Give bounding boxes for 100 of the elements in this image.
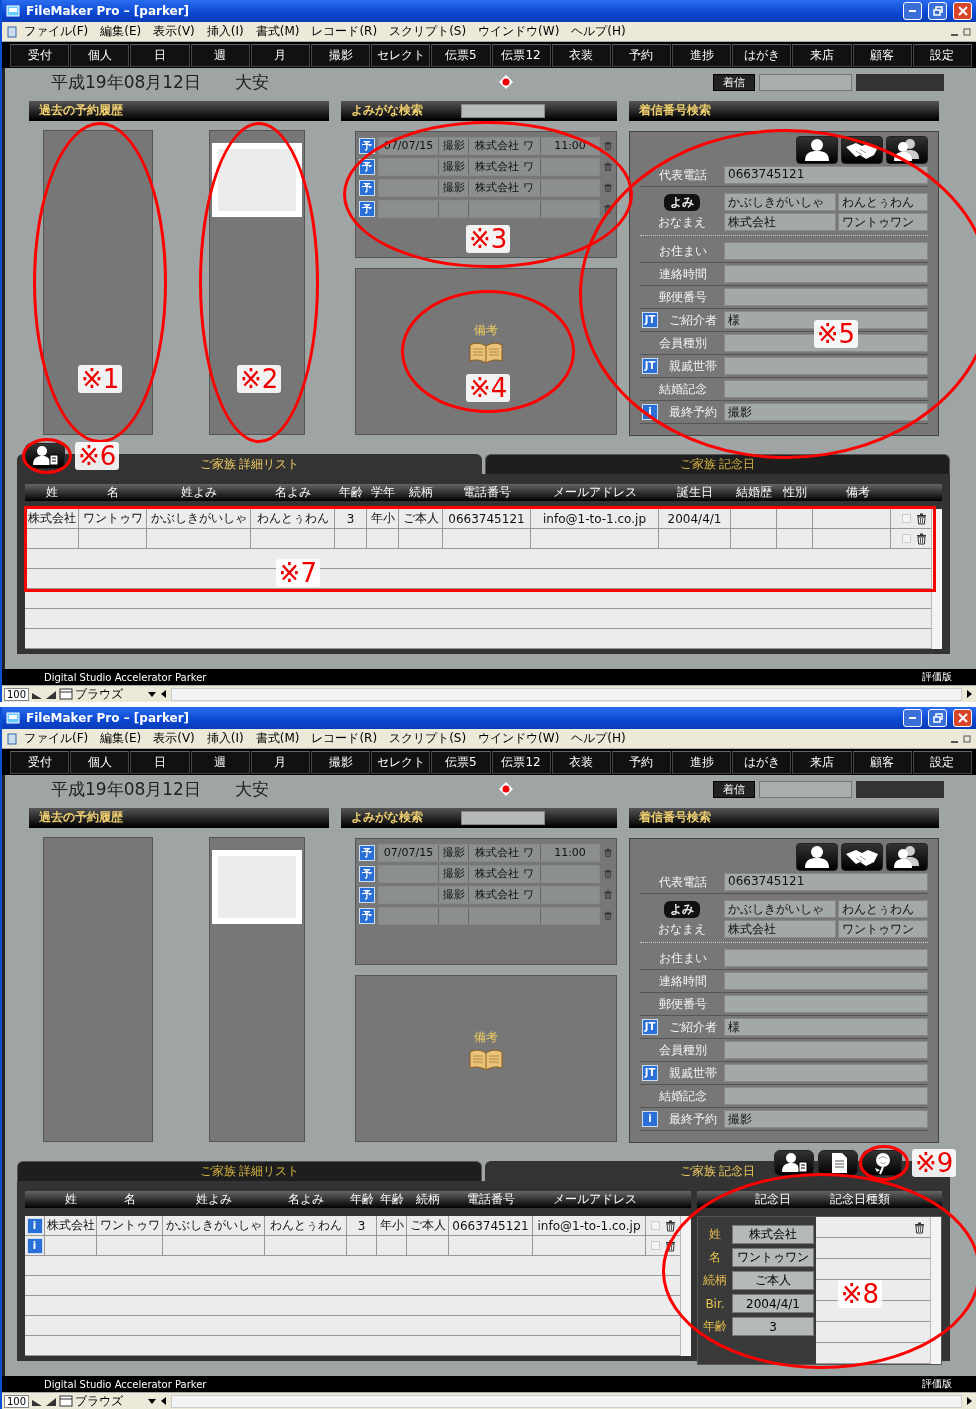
checkbox[interactable] xyxy=(651,1241,660,1250)
menu-item[interactable]: ヘルプ(H) xyxy=(565,730,632,747)
info-button[interactable]: i xyxy=(26,1237,43,1254)
incoming-number-field[interactable] xyxy=(758,73,852,91)
menu-item[interactable]: ウインドウ(W) xyxy=(472,730,566,747)
reservation-field[interactable]: 07/07/15 撮影 株式会社 ワ 11:00 xyxy=(378,843,600,862)
reservation-button[interactable]: 予 xyxy=(359,158,375,175)
phone-field[interactable]: 0663745121 xyxy=(724,166,928,184)
reservation-button[interactable]: 予 xyxy=(359,907,375,924)
nav-button[interactable]: 衣装 xyxy=(551,44,611,67)
incoming-call-button[interactable]: 着信 xyxy=(712,780,755,798)
yomi-field[interactable]: わんとぅわん xyxy=(838,900,928,918)
reservation-field[interactable]: 07/07/15 撮影 株式会社 ワ 11:00 xyxy=(378,136,600,155)
horizontal-scroll-bar[interactable] xyxy=(171,687,962,701)
text-field[interactable] xyxy=(724,1041,928,1059)
text-field[interactable]: 撮影 xyxy=(724,1110,928,1128)
tool-button[interactable] xyxy=(862,1150,902,1176)
text-field[interactable]: 2004/4/1 xyxy=(732,1294,814,1313)
checkbox[interactable] xyxy=(651,1221,660,1230)
menu-item[interactable]: ヘルプ(H) xyxy=(565,23,632,40)
incoming-number-field[interactable] xyxy=(758,780,852,798)
scroll-bar[interactable] xyxy=(930,1217,941,1364)
nav-button[interactable]: 伝票12 xyxy=(491,751,551,774)
nav-button[interactable]: 伝票5 xyxy=(431,751,491,774)
menu-item[interactable]: スクリプト(S) xyxy=(383,730,473,747)
nav-button[interactable]: 撮影 xyxy=(310,44,371,67)
nav-button[interactable]: 個人 xyxy=(70,751,130,774)
tool-button[interactable] xyxy=(25,443,65,469)
minimize-button[interactable] xyxy=(903,709,922,727)
menu-item[interactable]: 挿入(I) xyxy=(200,730,250,747)
handshake-button[interactable] xyxy=(841,843,883,871)
scroll-bar[interactable] xyxy=(931,509,942,649)
lookup-button[interactable]: JT xyxy=(642,1019,658,1035)
checkbox[interactable] xyxy=(902,534,911,543)
people-button[interactable] xyxy=(886,136,928,164)
person-button[interactable] xyxy=(796,843,838,871)
text-field[interactable] xyxy=(724,242,928,260)
reservation-field[interactable]: 撮影 株式会社 ワ xyxy=(378,157,600,176)
name-field[interactable]: 株式会社 xyxy=(724,920,836,938)
tab[interactable]: ご家族 記念日 xyxy=(485,454,950,474)
incoming-call-button[interactable]: 着信 xyxy=(712,73,755,91)
reservation-field[interactable] xyxy=(378,199,600,218)
yomi-search-field[interactable] xyxy=(461,103,545,118)
nav-button[interactable]: 設定 xyxy=(912,751,972,774)
lookup-button[interactable]: JT xyxy=(642,1065,658,1081)
menu-item[interactable]: レコード(R) xyxy=(305,23,384,40)
name-field[interactable]: 株式会社 xyxy=(724,213,836,231)
info-button[interactable]: i xyxy=(26,1217,43,1234)
minimize-button[interactable] xyxy=(903,2,922,20)
text-field[interactable] xyxy=(724,288,928,306)
menu-item[interactable]: ファイル(F) xyxy=(18,730,95,747)
people-button[interactable] xyxy=(886,843,928,871)
reservation-field[interactable] xyxy=(378,906,600,925)
text-field[interactable]: ワントゥワン xyxy=(732,1248,814,1267)
yomi-field[interactable]: かぶしきがいしゃ xyxy=(724,193,836,211)
nav-button[interactable]: 日 xyxy=(130,44,190,67)
lookup-button[interactable]: JT xyxy=(642,358,658,374)
lookup-button[interactable]: i xyxy=(642,1111,658,1127)
nav-button[interactable]: 日 xyxy=(130,751,190,774)
text-field[interactable]: 株式会社 xyxy=(732,1225,814,1244)
menu-item[interactable]: レコード(R) xyxy=(305,730,384,747)
menu-item[interactable]: ファイル(F) xyxy=(18,23,95,40)
text-field[interactable]: 撮影 xyxy=(724,403,928,421)
text-field[interactable] xyxy=(724,1087,928,1105)
nav-button[interactable]: セレクト xyxy=(371,44,431,67)
mode-dropdown[interactable]: ブラウズ xyxy=(75,1392,146,1409)
reservation-button[interactable]: 予 xyxy=(359,865,375,882)
tool-button[interactable] xyxy=(818,1150,858,1176)
menu-item[interactable]: 編集(E) xyxy=(94,730,148,747)
nav-button[interactable]: 月 xyxy=(250,44,310,67)
nav-button[interactable]: 個人 xyxy=(70,44,130,67)
nav-button[interactable]: 伝票12 xyxy=(491,44,551,67)
close-button[interactable] xyxy=(953,2,972,20)
nav-button[interactable]: 進捗 xyxy=(672,751,732,774)
nav-button[interactable]: 衣装 xyxy=(551,751,611,774)
yomi-search-field[interactable] xyxy=(461,810,545,825)
nav-button[interactable]: 週 xyxy=(190,44,250,67)
reservation-button[interactable]: 予 xyxy=(359,886,375,903)
reservation-button[interactable]: 予 xyxy=(359,844,375,861)
reservation-button[interactable]: 予 xyxy=(359,137,375,154)
tab[interactable]: ご家族 詳細リスト xyxy=(17,1161,482,1181)
nav-button[interactable]: 予約 xyxy=(611,751,672,774)
checkbox[interactable] xyxy=(902,514,911,523)
nav-button[interactable]: 受付 xyxy=(10,44,70,67)
yomi-field[interactable]: わんとぅわん xyxy=(838,193,928,211)
text-field[interactable] xyxy=(724,357,928,375)
nav-button[interactable]: 週 xyxy=(190,751,250,774)
reservation-field[interactable]: 撮影 株式会社 ワ xyxy=(378,178,600,197)
nav-button[interactable]: はがき xyxy=(732,751,792,774)
menu-item[interactable]: 書式(M) xyxy=(249,23,306,40)
reservation-field[interactable]: 撮影 株式会社 ワ xyxy=(378,885,600,904)
text-field[interactable]: 3 xyxy=(732,1317,814,1336)
name-field[interactable]: ワントゥワン xyxy=(838,213,928,231)
horizontal-scroll-bar[interactable] xyxy=(171,1394,962,1408)
scroll-bar[interactable] xyxy=(680,1216,691,1356)
handshake-button[interactable] xyxy=(841,136,883,164)
phone-field[interactable]: 0663745121 xyxy=(724,873,928,891)
zoom-level[interactable]: 100 xyxy=(4,1394,30,1408)
mode-dropdown[interactable]: ブラウズ xyxy=(75,685,146,703)
text-field[interactable] xyxy=(724,1064,928,1082)
